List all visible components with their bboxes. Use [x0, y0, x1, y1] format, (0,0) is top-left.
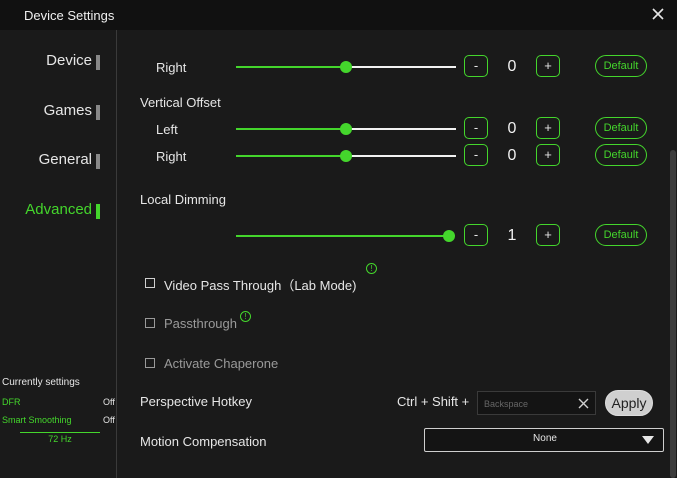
- chevron-down-icon: [642, 436, 654, 444]
- h-offset-right-minus-button[interactable]: -: [464, 55, 488, 77]
- sidebar-item-general[interactable]: General: [38, 151, 100, 169]
- local-dimming-heading: Local Dimming: [140, 192, 226, 207]
- slider-fill: [236, 128, 346, 130]
- local-dimming-plus-button[interactable]: +: [536, 224, 560, 246]
- status-value-smart-smoothing: Off: [103, 415, 115, 425]
- motion-compensation-selected: None: [533, 433, 557, 444]
- v-offset-left-minus-button[interactable]: -: [464, 117, 488, 139]
- sidebar-item-label: Device: [46, 52, 92, 69]
- hotkey-modifiers: Ctrl + Shift +: [397, 394, 470, 409]
- slider-thumb[interactable]: [340, 123, 352, 135]
- v-offset-right-default-button[interactable]: Default: [595, 144, 647, 166]
- title-bar: Device Settings: [0, 0, 677, 30]
- v-offset-left-default-button[interactable]: Default: [595, 117, 647, 139]
- apply-button[interactable]: Apply: [605, 390, 653, 416]
- motion-compensation-label: Motion Compensation: [140, 434, 267, 449]
- advanced-settings-panel: Right - 0 + Default Vertical Offset Left…: [117, 30, 677, 478]
- v-offset-left-label: Left: [156, 122, 178, 137]
- sidebar-item-indicator: [96, 154, 100, 169]
- window-title: Device Settings: [24, 8, 115, 23]
- sidebar-item-advanced[interactable]: Advanced: [25, 201, 100, 219]
- current-settings-panel: Currently settings DFR Off Smart Smoothi…: [0, 375, 116, 455]
- clear-icon[interactable]: [577, 397, 590, 410]
- v-offset-left-plus-button[interactable]: +: [536, 117, 560, 139]
- hotkey-field[interactable]: [477, 391, 596, 415]
- slider-fill: [236, 155, 346, 157]
- sidebar-item-device[interactable]: Device: [46, 52, 100, 70]
- h-offset-right-slider[interactable]: [236, 61, 456, 73]
- refresh-rate: 72 Hz: [48, 434, 72, 444]
- activate-chaperone-label: Activate Chaperone: [164, 356, 279, 371]
- status-divider: [20, 432, 100, 433]
- status-value-dfr: Off: [103, 397, 115, 407]
- sidebar: Device Games General Advanced Currently …: [0, 30, 116, 478]
- video-pass-through-checkbox[interactable]: [145, 278, 155, 288]
- sidebar-item-indicator: [96, 55, 100, 70]
- slider-fill: [236, 66, 346, 68]
- sidebar-item-indicator: [96, 204, 100, 219]
- hotkey-input[interactable]: [484, 396, 574, 412]
- close-icon[interactable]: [649, 5, 667, 23]
- video-pass-through-label: Video Pass Through（Lab Mode): [164, 278, 357, 293]
- h-offset-right-default-button[interactable]: Default: [595, 55, 647, 77]
- sidebar-item-label: Advanced: [25, 201, 92, 218]
- h-offset-right-plus-button[interactable]: +: [536, 55, 560, 77]
- h-offset-right-value: 0: [507, 58, 517, 75]
- v-offset-right-plus-button[interactable]: +: [536, 144, 560, 166]
- passthrough-checkbox[interactable]: [145, 318, 155, 328]
- status-key-dfr: DFR: [2, 397, 21, 407]
- current-settings-title: Currently settings: [2, 377, 80, 388]
- h-offset-right-label: Right: [156, 60, 187, 75]
- slider-thumb[interactable]: [340, 61, 352, 73]
- slider-fill: [236, 235, 449, 237]
- sidebar-item-indicator: [96, 105, 100, 120]
- status-key-smart-smoothing: Smart Smoothing: [2, 415, 72, 425]
- slider-thumb[interactable]: [443, 230, 455, 242]
- v-offset-left-value: 0: [507, 120, 517, 137]
- local-dimming-slider[interactable]: [236, 230, 455, 242]
- passthrough-label: Passthrough: [164, 316, 237, 331]
- v-offset-right-value: 0: [507, 147, 517, 164]
- local-dimming-value: 1: [507, 227, 517, 244]
- info-icon[interactable]: !: [240, 311, 251, 322]
- motion-compensation-select[interactable]: None: [424, 428, 664, 452]
- v-offset-right-minus-button[interactable]: -: [464, 144, 488, 166]
- sidebar-item-label: Games: [43, 102, 92, 119]
- perspective-hotkey-label: Perspective Hotkey: [140, 394, 252, 409]
- sidebar-item-label: General: [38, 151, 92, 168]
- scrollbar[interactable]: [670, 150, 676, 478]
- local-dimming-default-button[interactable]: Default: [595, 224, 647, 246]
- slider-thumb[interactable]: [340, 150, 352, 162]
- v-offset-right-slider[interactable]: [236, 150, 456, 162]
- v-offset-right-label: Right: [156, 149, 187, 164]
- sidebar-item-games[interactable]: Games: [43, 102, 100, 120]
- activate-chaperone-checkbox[interactable]: [145, 358, 155, 368]
- v-offset-left-slider[interactable]: [236, 123, 456, 135]
- info-icon[interactable]: !: [366, 263, 377, 274]
- local-dimming-minus-button[interactable]: -: [464, 224, 488, 246]
- vertical-offset-heading: Vertical Offset: [140, 95, 221, 110]
